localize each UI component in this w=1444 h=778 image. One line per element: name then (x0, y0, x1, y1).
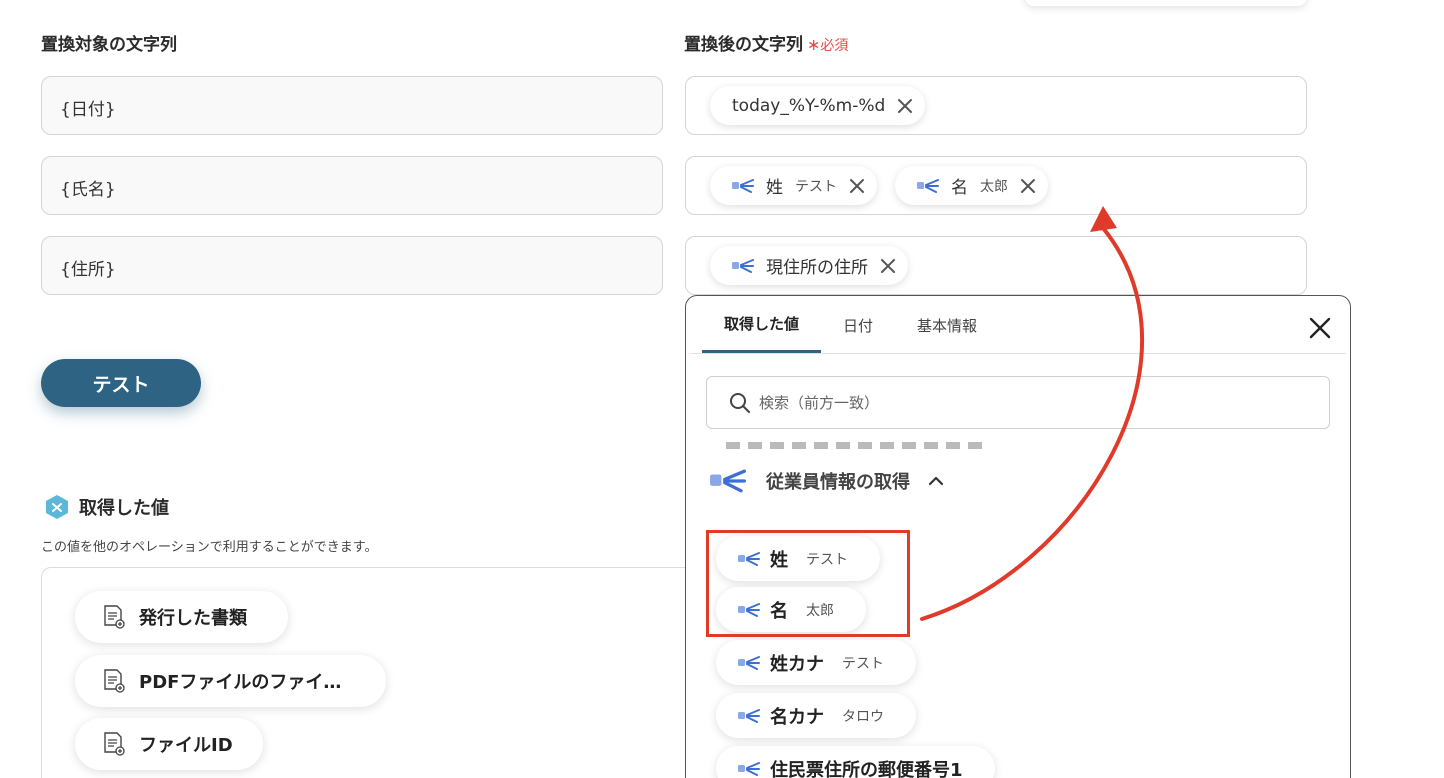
picker-item-given-name-kana[interactable]: 名カナ タロウ (716, 693, 916, 738)
employee-app-icon (738, 708, 760, 723)
search-icon (730, 392, 750, 413)
close-icon[interactable] (1308, 316, 1332, 340)
employee-app-icon (917, 178, 939, 193)
tab-date[interactable]: 日付 (821, 296, 895, 354)
picker-item-postal-code[interactable]: 住民票住所の郵便番号1 (716, 746, 995, 778)
output-section-title: 取得した値 (44, 494, 169, 520)
picker-item-surname-kana[interactable]: 姓カナ テスト (716, 640, 916, 685)
chevron-up-icon[interactable] (928, 475, 944, 487)
search-box[interactable] (706, 376, 1330, 429)
tab-divider (690, 353, 1346, 354)
tab-basic-info[interactable]: 基本情報 (895, 296, 999, 354)
document-icon (104, 732, 125, 756)
tab-acquired-values[interactable]: 取得した値 (702, 296, 822, 354)
group-employee-info[interactable]: 従業員情報の取得 (710, 468, 944, 494)
source-field-date[interactable]: {日付} (41, 76, 663, 135)
employee-app-icon (738, 761, 760, 776)
employee-app-icon (738, 655, 760, 670)
remove-icon[interactable] (880, 258, 896, 274)
top-card-edge (1025, 0, 1307, 6)
output-item-file-id[interactable]: ファイルID (75, 718, 263, 770)
popup-tabs: 取得した値 日付 基本情報 (702, 296, 999, 354)
employee-app-icon (710, 469, 746, 493)
output-item-pdf-file[interactable]: PDFファイルのファイ… (75, 655, 386, 707)
required-badge: ∗必須 (807, 35, 849, 54)
scrolled-item-fragment (726, 442, 986, 450)
remove-icon[interactable] (1020, 178, 1036, 194)
remove-icon[interactable] (897, 98, 913, 114)
remove-icon[interactable] (849, 178, 865, 194)
replacement-field-name[interactable]: 姓 テスト 名 太郎 (685, 156, 1307, 215)
value-chip-surname[interactable]: 姓 テスト (710, 166, 877, 205)
value-chip-address[interactable]: 現住所の住所 (710, 246, 908, 285)
source-field-address[interactable]: {住所} (41, 236, 663, 295)
replacement-field-address[interactable]: 現住所の住所 (685, 236, 1307, 295)
output-item-issued-document[interactable]: 発行した書類 (75, 591, 288, 643)
replacement-string-title: 置換後の文字列 ∗必須 (684, 35, 849, 55)
source-string-title: 置換対象の文字列 (41, 35, 177, 55)
highlight-box (706, 530, 910, 637)
value-chip-given-name[interactable]: 名 太郎 (895, 166, 1048, 205)
value-chip-today[interactable]: today_%Y-%m-%d (710, 86, 926, 125)
document-icon (104, 605, 125, 629)
document-icon (104, 669, 125, 693)
employee-app-icon (732, 258, 754, 273)
test-button[interactable]: テスト (41, 359, 201, 407)
output-section-description: この値を他のオペレーションで利用することができます。 (41, 540, 378, 555)
variable-icon (46, 495, 68, 519)
search-input[interactable] (759, 393, 1319, 412)
employee-app-icon (732, 178, 754, 193)
replacement-field-date[interactable]: today_%Y-%m-%d (685, 76, 1307, 135)
source-field-name[interactable]: {氏名} (41, 156, 663, 215)
